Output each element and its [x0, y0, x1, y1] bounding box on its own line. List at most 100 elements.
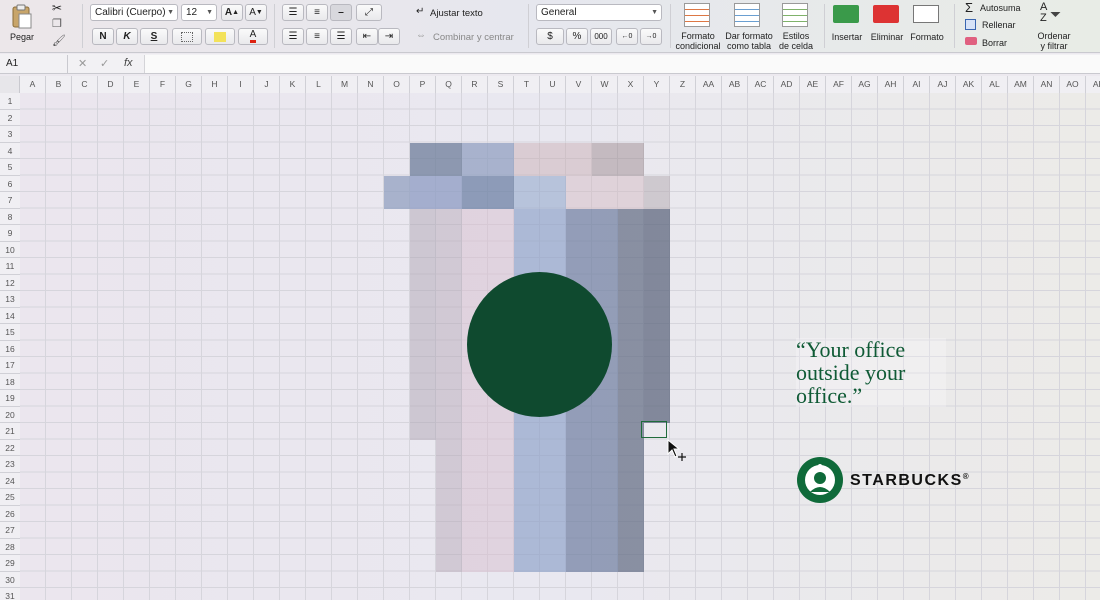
row-header[interactable]: 28	[0, 538, 20, 555]
column-header[interactable]: U	[540, 76, 566, 93]
row-header[interactable]: 30	[0, 571, 20, 588]
font-color-button[interactable]: A	[238, 28, 268, 45]
cancel-icon[interactable]: ✕	[78, 57, 87, 70]
increase-font-button[interactable]: A ▲	[221, 4, 243, 21]
column-header[interactable]: L	[306, 76, 332, 93]
row-header[interactable]: 7	[0, 192, 20, 209]
increase-indent-button[interactable]: ⇥	[378, 28, 400, 45]
orientation-button[interactable]: ⤢	[356, 4, 382, 21]
cell-styles-icon[interactable]	[782, 3, 808, 27]
row-header[interactable]: 14	[0, 307, 20, 324]
row-header[interactable]: 3	[0, 126, 20, 143]
column-header[interactable]: P	[410, 76, 436, 93]
column-header[interactable]: Y	[644, 76, 670, 93]
align-middle-button[interactable]: ≡	[306, 4, 328, 21]
cut-icon[interactable]: ✂	[52, 1, 62, 15]
column-header[interactable]: O	[384, 76, 410, 93]
row-header[interactable]: 1	[0, 93, 20, 110]
paste-icon[interactable]	[10, 3, 32, 29]
row-header[interactable]: 8	[0, 208, 20, 225]
column-header[interactable]: H	[202, 76, 228, 93]
fill-label[interactable]: Rellenar	[982, 20, 1016, 30]
column-header[interactable]: AF	[826, 76, 852, 93]
row-header[interactable]: 12	[0, 274, 20, 291]
align-bottom-button[interactable]: ⎯	[330, 4, 352, 21]
row-header[interactable]: 29	[0, 555, 20, 572]
row-header[interactable]: 9	[0, 225, 20, 242]
clear-label[interactable]: Borrar	[982, 38, 1007, 48]
row-header[interactable]: 22	[0, 439, 20, 456]
column-header[interactable]: N	[358, 76, 384, 93]
align-right-button[interactable]: ☰	[330, 28, 352, 45]
column-header[interactable]: AG	[852, 76, 878, 93]
insert-icon[interactable]	[833, 5, 859, 23]
row-header[interactable]: 25	[0, 489, 20, 506]
format-table-label[interactable]: Dar formato como tabla	[722, 31, 776, 51]
decrease-indent-button[interactable]: ⇤	[356, 28, 378, 45]
wrap-text-icon[interactable]: ↵	[416, 6, 424, 17]
column-header[interactable]: C	[72, 76, 98, 93]
column-header[interactable]: Q	[436, 76, 462, 93]
currency-button[interactable]: $	[536, 28, 564, 45]
column-header[interactable]: J	[254, 76, 280, 93]
confirm-icon[interactable]: ✓	[100, 57, 109, 70]
percent-button[interactable]: %	[566, 28, 588, 45]
column-header[interactable]: I	[228, 76, 254, 93]
column-header[interactable]: B	[46, 76, 72, 93]
selected-cell[interactable]	[641, 421, 667, 438]
font-name-select[interactable]: Calibri (Cuerpo) ▼	[90, 4, 178, 21]
wrap-text-label[interactable]: Ajustar texto	[430, 8, 483, 19]
column-header[interactable]: AB	[722, 76, 748, 93]
row-header[interactable]: 10	[0, 241, 20, 258]
column-header[interactable]: W	[592, 76, 618, 93]
column-header[interactable]: D	[98, 76, 124, 93]
format-painter-icon[interactable]: 🖌	[52, 34, 66, 47]
align-left-button[interactable]: ☰	[282, 28, 304, 45]
format-label[interactable]: Formato	[906, 32, 948, 42]
decrease-font-button[interactable]: A ▼	[245, 4, 267, 21]
underline-button[interactable]: S	[140, 28, 168, 45]
font-size-select[interactable]: 12 ▼	[181, 4, 217, 21]
column-header[interactable]: AD	[774, 76, 800, 93]
italic-button[interactable]: K	[116, 28, 138, 45]
row-header[interactable]: 16	[0, 340, 20, 357]
column-header[interactable]: R	[462, 76, 488, 93]
row-header[interactable]: 11	[0, 258, 20, 275]
decrease-decimal-button[interactable]: →0	[640, 28, 662, 45]
thousands-button[interactable]: 000	[590, 28, 612, 45]
align-top-button[interactable]: ☰	[282, 4, 304, 21]
row-header[interactable]: 17	[0, 357, 20, 374]
insert-label[interactable]: Insertar	[826, 32, 868, 42]
fx-icon[interactable]: fx	[124, 57, 133, 69]
paste-label[interactable]: Pegar	[6, 32, 38, 42]
delete-icon[interactable]	[873, 5, 899, 23]
fill-color-button[interactable]	[205, 28, 235, 45]
column-header[interactable]: AC	[748, 76, 774, 93]
column-header[interactable]: X	[618, 76, 644, 93]
formula-input[interactable]	[144, 55, 1100, 73]
row-header[interactable]: 15	[0, 324, 20, 341]
column-header[interactable]: A	[20, 76, 46, 93]
column-header[interactable]: AI	[904, 76, 930, 93]
row-header[interactable]: 27	[0, 522, 20, 539]
delete-label[interactable]: Eliminar	[866, 32, 908, 42]
sort-filter-label[interactable]: Ordenar y filtrar	[1030, 31, 1078, 51]
align-center-button[interactable]: ≡	[306, 28, 328, 45]
row-header[interactable]: 13	[0, 291, 20, 308]
increase-decimal-button[interactable]: ←0	[616, 28, 638, 45]
eraser-icon[interactable]	[965, 37, 977, 45]
row-header[interactable]: 21	[0, 423, 20, 440]
column-header[interactable]: AA	[696, 76, 722, 93]
borders-button[interactable]	[172, 28, 202, 45]
merge-cells-icon[interactable]: ⇔	[416, 30, 426, 41]
row-header[interactable]: 26	[0, 505, 20, 522]
cell-styles-label[interactable]: Estilos de celda	[774, 31, 818, 51]
column-header[interactable]: AL	[982, 76, 1008, 93]
column-header[interactable]: AN	[1034, 76, 1060, 93]
column-header[interactable]: T	[514, 76, 540, 93]
column-header[interactable]: AJ	[930, 76, 956, 93]
column-header[interactable]: AK	[956, 76, 982, 93]
column-header[interactable]: F	[150, 76, 176, 93]
select-all-corner[interactable]	[0, 76, 20, 93]
column-header[interactable]: V	[566, 76, 592, 93]
